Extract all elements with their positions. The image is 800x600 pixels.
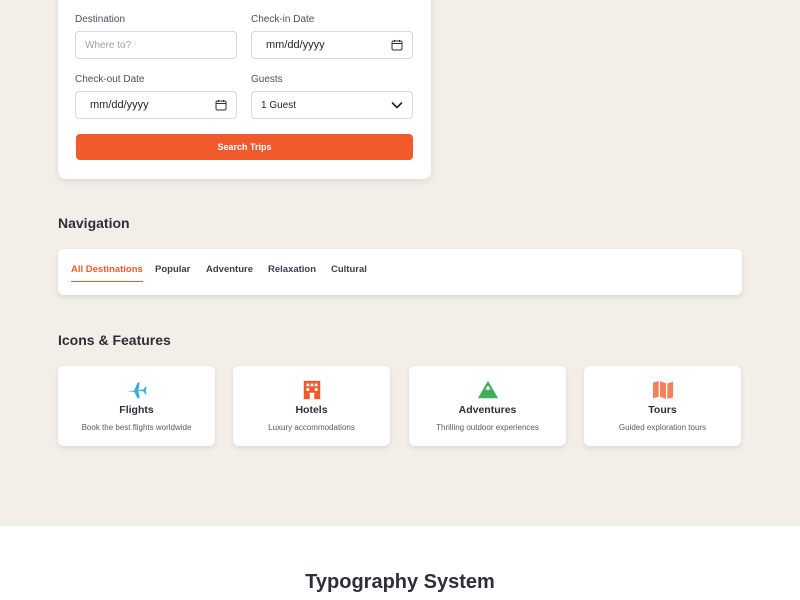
feature-title: Flights: [119, 404, 154, 416]
feature-card-hotels[interactable]: Hotels Luxury accommodations: [233, 366, 390, 446]
features-section-title: Icons & Features: [58, 332, 171, 348]
feature-title: Tours: [648, 404, 677, 416]
feature-card-flights[interactable]: Flights Book the best flights worldwide: [58, 366, 215, 446]
chevron-down-icon: [391, 102, 403, 109]
destination-field-group: Destination Where to?: [75, 14, 237, 59]
tab-popular[interactable]: Popular: [155, 264, 190, 281]
feature-title: Hotels: [295, 404, 328, 416]
checkin-date-value: mm/dd/yyyy: [266, 39, 325, 51]
hotel-icon: [303, 380, 320, 400]
calendar-icon[interactable]: [215, 99, 227, 111]
booking-form-card: Destination Where to? Check-in Date mm/d…: [58, 0, 431, 179]
guests-label: Guests: [251, 74, 283, 85]
destination-label: Destination: [75, 14, 126, 25]
checkout-date-input[interactable]: mm/dd/yyyy: [75, 91, 237, 119]
feature-card-tours[interactable]: Tours Guided exploration tours: [584, 366, 741, 446]
navigation-tabs: All Destinations Popular Adventure Relax…: [58, 249, 742, 295]
guests-field-group: Guests 1 Guest: [251, 74, 413, 119]
checkout-field-group: Check-out Date mm/dd/yyyy: [75, 74, 237, 119]
guests-selected-value: 1 Guest: [261, 99, 297, 111]
checkin-label: Check-in Date: [251, 14, 315, 25]
tab-relaxation[interactable]: Relaxation: [268, 264, 316, 281]
page: Destination Where to? Check-in Date mm/d…: [0, 0, 800, 600]
search-trips-button[interactable]: Search Trips: [76, 134, 413, 160]
checkout-date-value: mm/dd/yyyy: [90, 99, 149, 111]
typography-section: Typography System: [0, 526, 800, 600]
feature-description: Guided exploration tours: [618, 423, 707, 432]
checkout-label: Check-out Date: [75, 74, 145, 85]
tab-all-destinations[interactable]: All Destinations: [71, 264, 143, 282]
feature-description: Book the best flights worldwide: [81, 423, 192, 432]
feature-card-adventures[interactable]: Adventures Thrilling outdoor experiences: [409, 366, 566, 446]
map-icon: [652, 380, 673, 400]
typography-section-title: Typography System: [305, 571, 495, 593]
guests-select[interactable]: 1 Guest: [251, 91, 413, 119]
calendar-icon[interactable]: [391, 39, 403, 51]
destination-placeholder: Where to?: [85, 39, 132, 51]
airplane-icon: [127, 382, 147, 399]
navigation-section-title: Navigation: [58, 215, 130, 231]
feature-title: Adventures: [458, 404, 517, 416]
mountain-icon: [477, 380, 498, 399]
checkin-field-group: Check-in Date mm/dd/yyyy: [251, 14, 413, 59]
tab-adventure[interactable]: Adventure: [206, 264, 253, 281]
destination-input[interactable]: Where to?: [75, 31, 237, 59]
feature-description: Luxury accommodations: [268, 423, 355, 432]
feature-description: Thrilling outdoor experiences: [436, 423, 539, 432]
checkin-date-input[interactable]: mm/dd/yyyy: [251, 31, 413, 59]
tab-cultural[interactable]: Cultural: [331, 264, 367, 281]
